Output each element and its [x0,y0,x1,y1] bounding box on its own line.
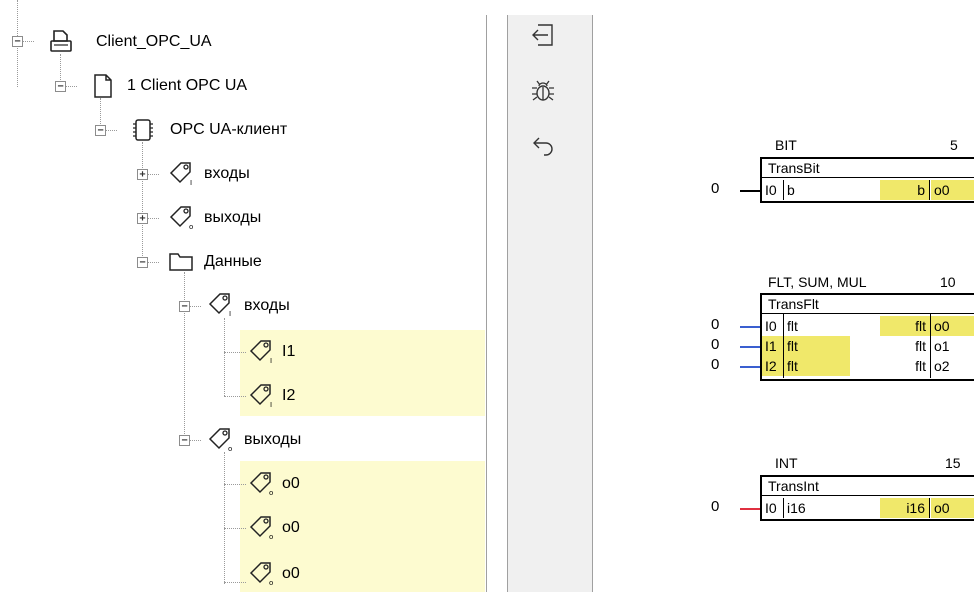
collapse-client-toggle[interactable]: − [55,81,66,92]
printer-icon [50,30,72,52]
document-icon [94,74,112,98]
out-pin: o0 [931,180,974,200]
expand-outputs-toggle[interactable]: + [137,213,148,224]
tree-item-label: 1 Client OPC UA [127,77,248,94]
block-number: 15 [945,455,961,471]
selection-highlight-inputs [240,330,485,416]
tree-item-label: o0 [282,519,300,536]
tag-icon: o [249,562,273,586]
block-number: 10 [940,274,956,290]
tree-item-label: входы [204,165,250,182]
tree-item-label: входы [244,297,290,314]
tree-item-label: o0 [282,565,300,582]
panel-divider [486,15,487,592]
pin-label: I0 [762,498,784,518]
block-header: BIT [775,137,797,153]
pin-label: I0 [765,318,777,334]
tag-icon: o [249,516,273,540]
input-wire [740,508,760,510]
out-type: flt [880,316,930,336]
svg-text:o: o [269,533,273,540]
out-pin: o0 [931,498,974,518]
input-value[interactable]: 0 [711,180,719,197]
project-tree: − − − + + − − − Client_OPC_UA 1 Client O… [0,0,486,592]
tag-icon: o [208,428,232,452]
out-type: flt [915,338,926,354]
out-pin: o1 [934,338,950,354]
pin-label: I1 [762,336,783,356]
svg-text:I: I [270,401,272,408]
svg-text:I: I [229,310,231,317]
collapse-data-inputs-toggle[interactable]: − [179,301,190,312]
collapse-data-outputs-toggle[interactable]: − [179,435,190,446]
tag-icon: I [208,293,231,317]
out-type: i16 [880,498,930,518]
input-value[interactable]: 0 [711,498,719,515]
tag-icon: I [169,162,192,186]
pin-type: flt [784,336,850,356]
collapse-data-toggle[interactable]: − [137,257,148,268]
input-wire [740,326,760,328]
svg-text:o: o [189,223,193,230]
block-header: INT [775,455,798,471]
pin-type: flt [787,318,798,334]
tag-icon: o [169,206,193,230]
svg-text:I: I [270,357,272,364]
tag-icon: o [249,472,273,496]
pin-type: b [787,182,795,198]
out-pin: o0 [931,316,974,336]
pin-type: flt [784,356,850,376]
svg-text:o: o [269,579,273,586]
tree-item-label: Client_OPC_UA [96,33,212,50]
pin-label: I2 [762,356,783,376]
svg-text:o: o [269,489,273,496]
expand-inputs-toggle[interactable]: + [137,169,148,180]
tag-icon: I [249,384,272,408]
input-wire [740,190,760,192]
pin-label: I0 [762,180,784,200]
login-arrow-icon[interactable] [530,22,556,48]
collapse-root-toggle[interactable]: − [12,36,23,47]
tag-icon: I [249,340,272,364]
input-wire [740,346,760,348]
block-header: FLT, SUM, MUL [768,274,867,290]
tree-item-label: выходы [204,209,262,226]
chip-icon [133,119,153,141]
out-type: flt [915,358,926,374]
input-value[interactable]: 0 [711,356,719,373]
input-value[interactable]: 0 [711,316,719,333]
bug-icon[interactable] [530,78,556,104]
out-type: b [880,180,930,200]
pin-type: i16 [787,500,806,516]
collapse-opc-toggle[interactable]: − [95,125,106,136]
block-name: TransFlt [768,296,819,312]
tree-item-label: I1 [282,343,296,360]
block-name: TransBit [768,160,820,176]
tree-item-label: OPC UA-клиент [170,121,288,138]
block-name: TransInt [768,478,819,494]
svg-text:I: I [190,179,192,186]
selection-highlight-outputs [240,461,485,592]
svg-text:o: o [228,445,232,452]
tree-item-label: o0 [282,475,300,492]
tree-item-label: Данные [204,253,262,270]
undo-arrow-icon[interactable] [530,134,556,160]
tree-item-label: выходы [244,431,302,448]
folder-icon [169,253,193,271]
panel-divider [592,15,593,592]
input-wire [740,366,760,368]
input-value[interactable]: 0 [711,336,719,353]
out-pin: o2 [934,358,950,374]
tree-item-label: I2 [282,387,296,404]
block-number: 5 [950,137,958,153]
